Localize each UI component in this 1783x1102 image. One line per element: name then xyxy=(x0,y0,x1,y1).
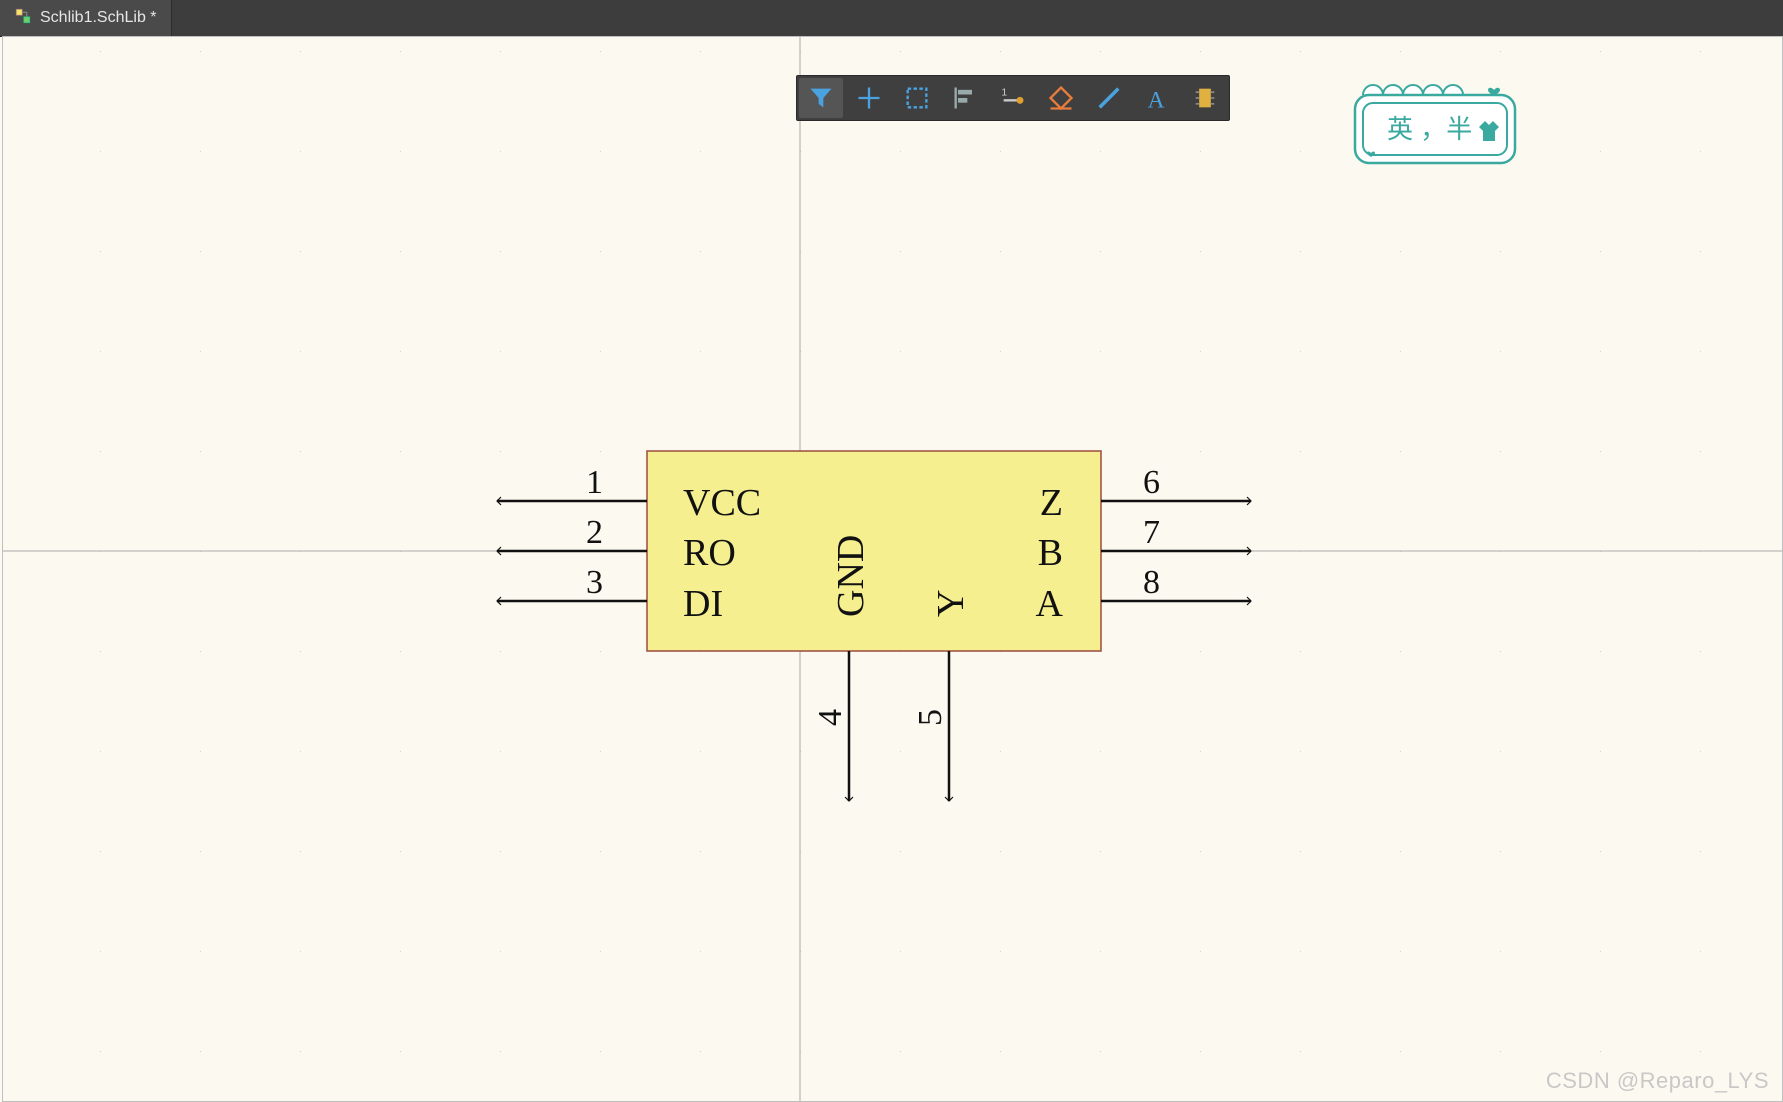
pin-3-name: DI xyxy=(683,583,723,625)
svg-text:A: A xyxy=(1148,87,1165,112)
pin-7-name: B xyxy=(1038,532,1063,574)
ic-chip-icon xyxy=(1191,84,1219,112)
polygon-tool[interactable] xyxy=(1039,78,1083,118)
pin-5-number: 5 xyxy=(912,709,949,726)
pin-8-number: 8 xyxy=(1143,564,1160,601)
pin-icon: 1 xyxy=(999,84,1027,112)
pin-4-name: GND xyxy=(830,535,872,617)
tab-bar: Schlib1.SchLib * xyxy=(0,0,1783,37)
polygon-icon xyxy=(1047,84,1075,112)
pin-6-number: 6 xyxy=(1143,464,1160,501)
pin-5-name: Y xyxy=(930,590,972,617)
text-tool[interactable]: A xyxy=(1135,78,1179,118)
align-left-icon xyxy=(951,84,979,112)
text-a-icon: A xyxy=(1143,84,1171,112)
ime-text: 英 ，半 xyxy=(1387,114,1472,144)
pin-2-number: 2 xyxy=(586,514,603,551)
pin-3-number: 3 xyxy=(586,564,603,601)
component-tool[interactable] xyxy=(1183,78,1227,118)
line-icon xyxy=(1095,84,1123,112)
svg-text:1: 1 xyxy=(1001,87,1007,99)
schematic-svg: 1 VCC 2 RO 3 DI 6 Z 7 B xyxy=(3,37,1782,1101)
pin-1-number: 1 xyxy=(586,464,603,501)
select-rect-icon xyxy=(903,84,931,112)
watermark-text: CSDN @Reparo_LYS xyxy=(1546,1068,1769,1094)
line-tool[interactable] xyxy=(1087,78,1131,118)
document-tab[interactable]: Schlib1.SchLib * xyxy=(0,0,172,36)
tab-title: Schlib1.SchLib * xyxy=(40,9,157,27)
pin-4-number: 4 xyxy=(812,709,849,726)
schematic-canvas[interactable]: 1 VCC 2 RO 3 DI 6 Z 7 B xyxy=(2,36,1783,1102)
funnel-icon xyxy=(807,84,835,112)
cross-arrows-icon xyxy=(855,84,883,112)
select-rect-tool[interactable] xyxy=(895,78,939,118)
pin-1-name: VCC xyxy=(683,482,761,524)
active-bar-toolbar[interactable]: 1 A xyxy=(796,75,1230,121)
pin-6-name: Z xyxy=(1040,482,1063,524)
pin-tool[interactable]: 1 xyxy=(991,78,1035,118)
move-tool[interactable] xyxy=(847,78,891,118)
pin-7-number: 7 xyxy=(1143,514,1160,551)
pin-2-name: RO xyxy=(683,532,736,574)
schlib-icon xyxy=(14,7,32,30)
pin-8-name: A xyxy=(1036,583,1064,625)
filter-tool[interactable] xyxy=(799,78,843,118)
ime-status-badge: 英 ，半 xyxy=(1351,75,1519,174)
align-tool[interactable] xyxy=(943,78,987,118)
